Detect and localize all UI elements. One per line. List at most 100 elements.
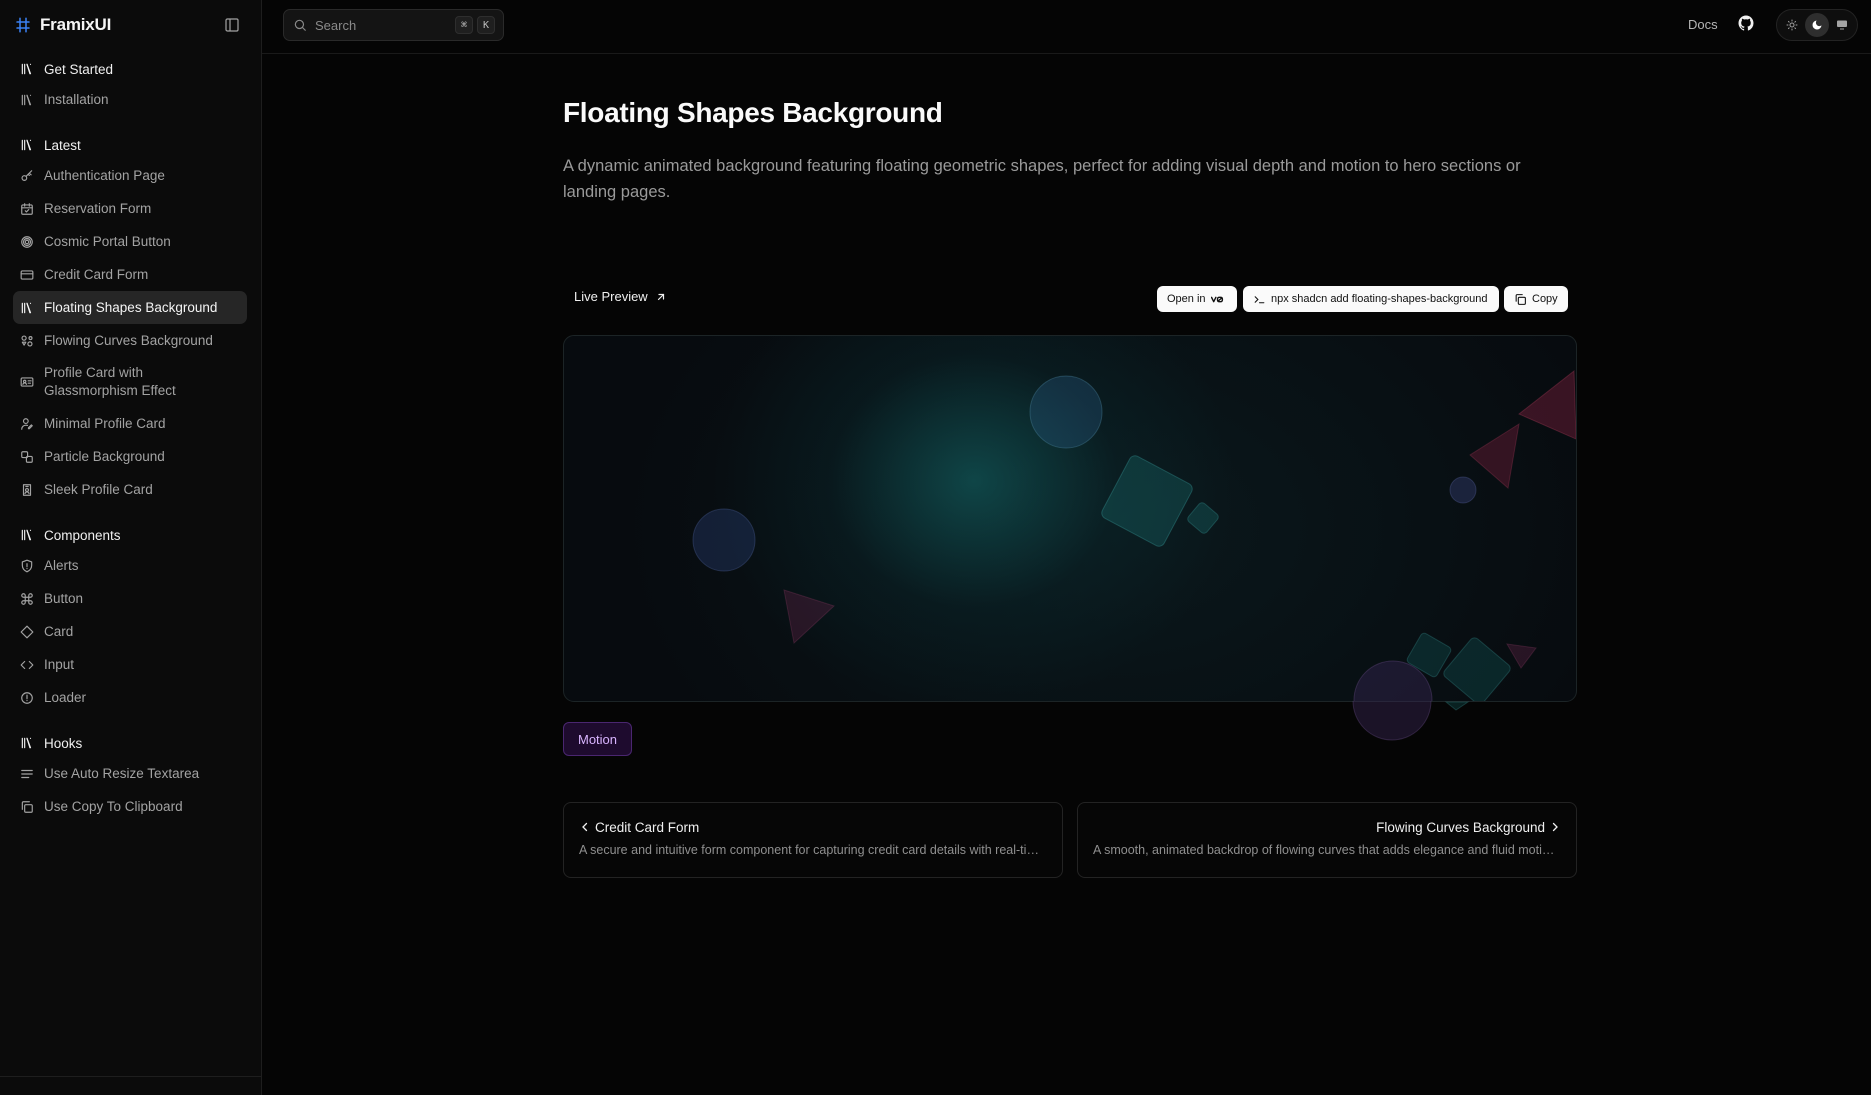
sidebar-item-credit-card-form[interactable]: Credit Card Form	[13, 258, 247, 291]
blend-icon	[20, 450, 34, 464]
tag-badge: Motion	[563, 722, 633, 756]
sidebar-item-label: Cosmic Portal Button	[44, 234, 171, 249]
floating-square-overflow	[1444, 701, 1470, 711]
floating-triangle	[1469, 422, 1520, 489]
v0-logo-icon	[1210, 296, 1223, 302]
library-icon	[20, 301, 34, 315]
sidebar-item-particle-background[interactable]: Particle Background	[13, 440, 247, 473]
library-icon	[20, 93, 34, 107]
next-page-title: Flowing Curves Background	[1376, 819, 1545, 835]
sidebar-item-alerts[interactable]: Alerts	[13, 549, 247, 582]
sidebar-nav: Get Started Installation Latest Authenticat…	[13, 55, 247, 838]
copy-button[interactable]: Copy	[1504, 286, 1568, 312]
sidebar-item-use-copy-to-clipboard[interactable]: Use Copy To Clipboard	[13, 790, 247, 823]
search-input[interactable]: Search ⌘ K	[283, 9, 504, 41]
page-title: Floating Shapes Background	[563, 97, 943, 128]
shortcut-k-key: K	[477, 16, 495, 34]
id-card-icon	[20, 375, 34, 389]
nav-section-heading[interactable]: Hooks	[13, 729, 247, 757]
live-preview-link[interactable]: Live Preview	[574, 289, 667, 304]
previous-page-title: Credit Card Form	[595, 819, 700, 835]
sidebar: FramixUI Get Started Installation Latest Au…	[0, 0, 262, 1095]
floating-square	[1101, 455, 1193, 547]
live-preview-label: Live Preview	[574, 289, 648, 304]
sidebar-item-profile-card-with-glassmorphism-effect[interactable]: Profile Card with Glassmorphism Effect	[13, 357, 247, 407]
floating-shapes-svg	[692, 369, 1576, 701]
sidebar-item-label: Minimal Profile Card	[44, 416, 166, 431]
sidebar-item-label: Flowing Curves Background	[44, 333, 213, 348]
live-preview-canvas	[563, 335, 1577, 702]
calendar-check-icon	[20, 202, 34, 216]
user-pen-icon	[20, 417, 34, 431]
sidebar-item-floating-shapes-background[interactable]: Floating Shapes Background	[13, 291, 247, 324]
credit-card-icon	[20, 268, 34, 282]
sidebar-item-input[interactable]: Input	[13, 648, 247, 681]
nav-section-title: Get Started	[44, 61, 114, 77]
nav-section-heading[interactable]: Components	[13, 521, 247, 549]
sidebar-item-authentication-page[interactable]: Authentication Page	[13, 159, 247, 192]
github-icon[interactable]	[1737, 14, 1757, 34]
shield-alert-icon	[20, 559, 34, 573]
sidebar-item-label: Loader	[44, 690, 87, 705]
brand-name: FramixUI	[40, 15, 112, 34]
open-in-label: Open in	[1167, 293, 1206, 305]
docs-link[interactable]: Docs	[1688, 17, 1718, 32]
floating-circle	[1029, 375, 1103, 449]
sidebar-item-installation[interactable]: Installation	[13, 83, 247, 116]
sidebar-item-cosmic-portal-button[interactable]: Cosmic Portal Button	[13, 225, 247, 258]
sidebar-item-label: Particle Background	[44, 449, 165, 464]
nav-section-heading[interactable]: Latest	[13, 131, 247, 159]
text-lines-icon	[20, 767, 34, 781]
previous-page-card[interactable]: Credit Card Form A secure and intuitive …	[563, 802, 1063, 878]
library-icon	[20, 528, 34, 542]
shapes-icon	[20, 334, 34, 348]
cli-command-button[interactable]: npx shadcn add floating-shapes-backgroun…	[1243, 286, 1499, 312]
shortcut-mod-key: ⌘	[455, 16, 473, 34]
sidebar-item-label: Profile Card with Glassmorphism Effect	[44, 365, 176, 398]
sidebar-item-use-auto-resize-textarea[interactable]: Use Auto Resize Textarea	[13, 757, 247, 790]
sidebar-item-label: Alerts	[44, 558, 79, 573]
hash-logo-icon	[14, 16, 32, 34]
search-icon	[293, 18, 307, 32]
sidebar-item-label: Reservation Form	[44, 201, 152, 216]
floating-circle-overflow	[1352, 700, 1432, 741]
sidebar-item-card[interactable]: Card	[13, 615, 247, 648]
sidebar-item-sleek-profile-card[interactable]: Sleek Profile Card	[13, 473, 247, 506]
sidebar-toggle-button[interactable]	[222, 15, 242, 35]
diamond-icon	[20, 625, 34, 639]
sidebar-item-flowing-curves-background[interactable]: Flowing Curves Background	[13, 324, 247, 357]
next-page-card[interactable]: Flowing Curves Background A smooth, anim…	[1077, 802, 1577, 878]
key-icon	[20, 169, 34, 183]
next-page-description: A smooth, animated backdrop of flowing c…	[1093, 843, 1561, 857]
sidebar-item-loader[interactable]: Loader	[13, 681, 247, 714]
topbar: Search ⌘ K Docs	[262, 0, 1871, 54]
sidebar-footer-divider	[0, 1076, 261, 1077]
sun-icon[interactable]	[1780, 13, 1804, 37]
previous-page-description: A secure and intuitive form component fo…	[579, 843, 1047, 857]
sidebar-item-label: Use Auto Resize Textarea	[44, 766, 200, 781]
floating-triangle	[783, 589, 835, 644]
page-description: A dynamic animated background featuring …	[563, 157, 1521, 201]
moon-icon[interactable]	[1804, 13, 1829, 37]
sidebar-item-label: Use Copy To Clipboard	[44, 799, 183, 814]
floating-square	[1443, 637, 1511, 701]
sidebar-item-minimal-profile-card[interactable]: Minimal Profile Card	[13, 407, 247, 440]
sidebar-item-button[interactable]: Button	[13, 582, 247, 615]
brand[interactable]: FramixUI	[14, 12, 111, 38]
nav-section-hooks: Hooks Use Auto Resize Textarea Use Copy To…	[13, 729, 247, 823]
sidebar-item-label: Credit Card Form	[44, 267, 149, 282]
nav-section-latest: Latest Authentication Page Reservation For…	[13, 131, 247, 506]
open-in-v0-button[interactable]: Open in	[1157, 286, 1237, 312]
sidebar-item-label: Authentication Page	[44, 168, 165, 183]
nav-section-components: Components Alerts Button Card Input Loader	[13, 521, 247, 714]
sidebar-item-label: Input	[44, 657, 75, 672]
sidebar-item-reservation-form[interactable]: Reservation Form	[13, 192, 247, 225]
sidebar-item-label: Sleek Profile Card	[44, 482, 153, 497]
copy-label: Copy	[1532, 293, 1558, 305]
floating-circle	[1449, 476, 1477, 504]
preview-toolbar: Live Preview Open in npx shadcn add floa…	[563, 282, 1577, 314]
nav-section-title: Hooks	[44, 735, 83, 751]
monitor-icon[interactable]	[1830, 13, 1854, 37]
nav-section-title: Components	[44, 527, 121, 543]
nav-section-heading[interactable]: Get Started	[13, 55, 247, 83]
